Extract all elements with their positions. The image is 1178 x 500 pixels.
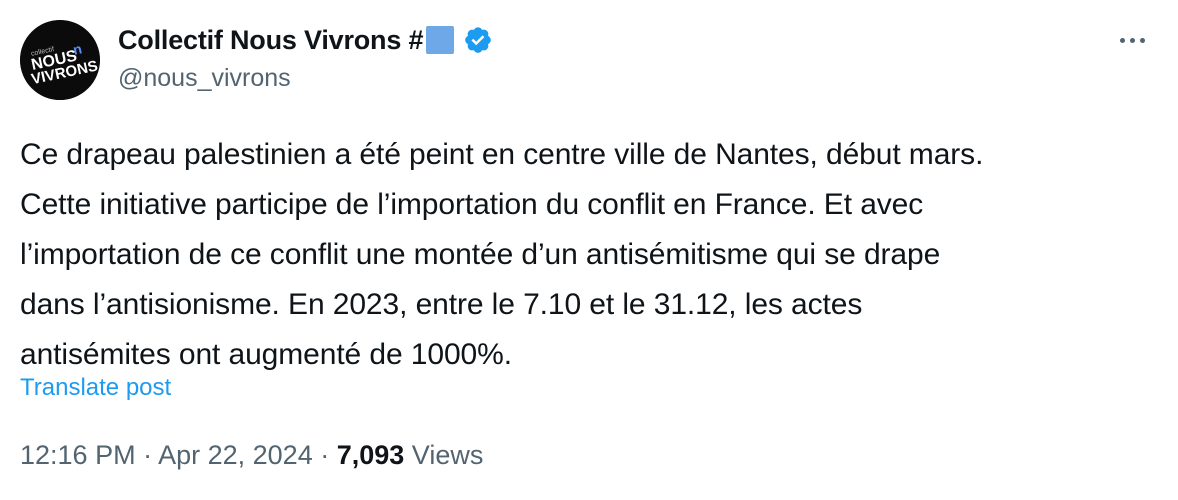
meta-separator: · [135,440,159,470]
more-horizontal-icon-dot [1129,37,1135,43]
views-count[interactable]: 7,093 [337,440,405,470]
author-name-row: Collectif Nous Vivrons # [118,20,493,60]
handle[interactable]: @nous_vivrons [118,64,493,93]
views-label: Views [404,440,484,470]
tweet-text-line: antisémites ont augmenté de 1000%. [20,338,512,371]
display-name[interactable]: Collectif Nous Vivrons # [118,25,423,56]
more-horizontal-icon [1119,37,1125,43]
more-horizontal-icon-dot [1139,37,1145,43]
tweet-text-line: l’importation de ce conflit une montée d… [20,238,941,271]
avatar-logo: collectif NOUS n VIVRONS [20,20,100,100]
tweet-text-line: Ce drapeau palestinien a été peint en ce… [20,138,984,171]
avatar[interactable]: collectif NOUS n VIVRONS [20,20,100,100]
tweet-date[interactable]: Apr 22, 2024 [158,440,313,470]
tweet-time[interactable]: 12:16 PM [20,440,136,470]
more-options-button[interactable] [1112,30,1152,50]
tweet-text-line: Cette initiative participe de l’importat… [20,188,924,221]
translate-post-link[interactable]: Translate post [20,374,171,402]
tweet-text-line: dans l’antisionisme. En 2023, entre le 7… [20,288,863,321]
author-block: Collectif Nous Vivrons # @nous_vivrons [118,20,493,93]
tweet-text: Ce drapeau palestinien a été peint en ce… [20,130,1160,380]
verified-badge-icon[interactable] [463,25,493,55]
meta-separator: · [312,440,337,470]
blue-square-emoji-icon [426,26,455,54]
tweet-meta: 12:16 PM · Apr 22, 2024 · 7,093 Views [20,440,483,471]
